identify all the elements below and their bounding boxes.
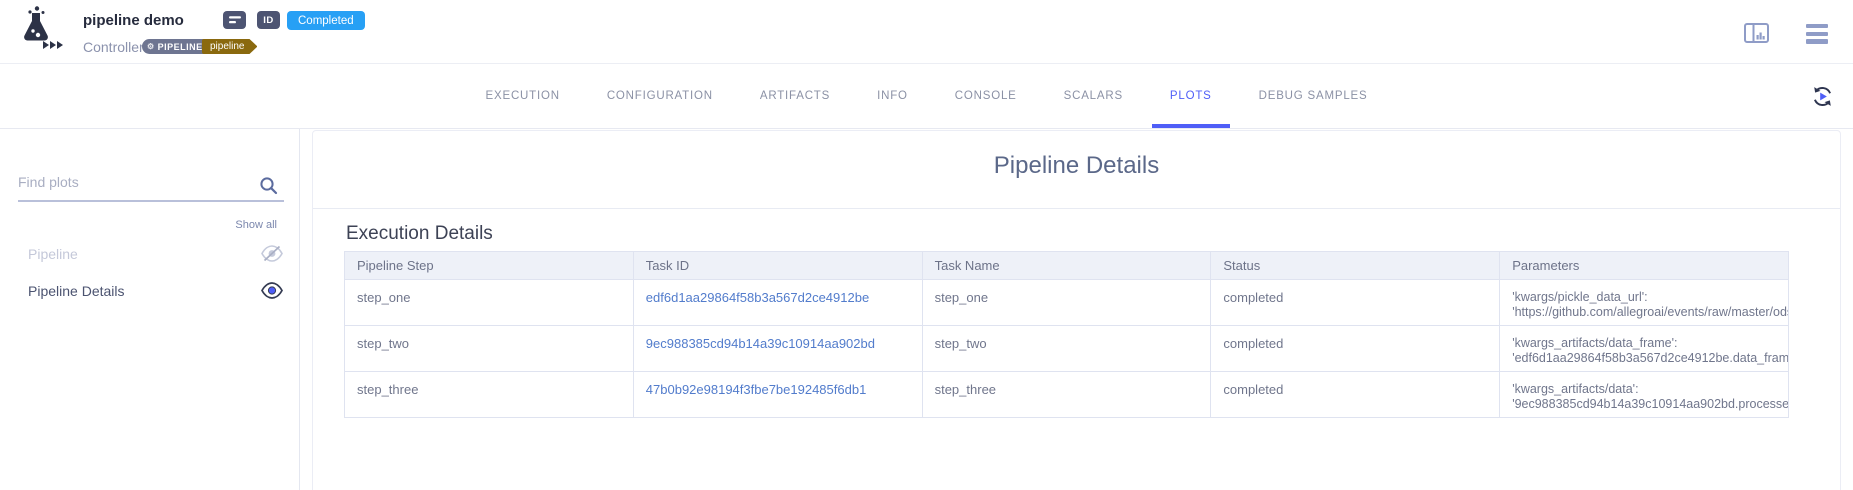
task-name-cell: step_one — [935, 290, 1211, 305]
search-icon — [259, 176, 278, 200]
plot-item-label: Pipeline Details — [28, 283, 125, 299]
controller-label: Controller — [83, 39, 144, 55]
status-cell: completed — [1223, 336, 1499, 351]
pipeline-tag[interactable]: pipeline — [202, 39, 257, 54]
plots-content: Pipeline Details Execution Details Pipel… — [301, 129, 1853, 490]
param-value: '9ec988385cd94b14a39c10914aa902bd.proces… — [1512, 397, 1788, 412]
eye-icon[interactable] — [261, 282, 283, 299]
col-status: Status — [1211, 252, 1500, 280]
table-row: step_two 9ec988385cd94b14a39c10914aa902b… — [345, 326, 1789, 372]
show-all-link[interactable]: Show all — [235, 219, 277, 231]
tab-artifacts[interactable]: ARTIFACTS — [742, 64, 848, 128]
status-cell: completed — [1223, 290, 1499, 305]
tab-execution[interactable]: EXECUTION — [468, 64, 578, 128]
pipeline-type-badge: ⚙ PIPELINE — [142, 39, 211, 54]
tab-plots[interactable]: PLOTS — [1152, 64, 1230, 128]
pipeline-run-icon — [13, 5, 63, 55]
tab-configuration[interactable]: CONFIGURATION — [589, 64, 731, 128]
col-task-id: Task ID — [633, 252, 922, 280]
pipeline-step-cell: step_three — [357, 382, 633, 397]
table-row: step_one edf6d1aa29864f58b3a567d2ce4912b… — [345, 280, 1789, 326]
plot-list-item-pipeline[interactable]: Pipeline — [0, 235, 299, 272]
plots-sidebar: Show all Pipeline Pipeline Details — [0, 129, 300, 490]
experiment-header: pipeline demo ID Completed Controller ⚙ … — [0, 0, 1853, 64]
param-value: 'https://github.com/allegroai/events/raw… — [1512, 305, 1788, 320]
plot-search — [18, 170, 284, 202]
status-cell: completed — [1223, 382, 1499, 397]
plot-card-body: Execution Details Pipeline Step Task ID … — [313, 209, 1840, 418]
plot-list: Pipeline Pipeline Details — [0, 235, 299, 309]
gear-icon: ⚙ — [147, 42, 155, 51]
plot-card-header: Pipeline Details — [313, 131, 1840, 209]
tab-scalars[interactable]: SCALARS — [1046, 64, 1141, 128]
details-panel-toggle-icon[interactable] — [1744, 23, 1769, 48]
task-name-cell: step_two — [935, 336, 1211, 351]
plot-title: Pipeline Details — [313, 152, 1840, 180]
menu-icon[interactable] — [1806, 24, 1828, 44]
execution-details-table: Pipeline Step Task ID Task Name Status P… — [344, 251, 1789, 418]
task-name-cell: step_three — [935, 382, 1211, 397]
param-value: 'edf6d1aa29864f58b3a567d2ce4912be.data_f… — [1512, 351, 1788, 366]
task-id-link[interactable]: 9ec988385cd94b14a39c10914aa902bd — [646, 336, 875, 351]
param-key: 'kwargs_artifacts/data_frame': — [1512, 336, 1788, 351]
col-task-name: Task Name — [922, 252, 1211, 280]
id-icon[interactable]: ID — [257, 11, 280, 29]
tab-bar: EXECUTION CONFIGURATION ARTIFACTS INFO C… — [0, 64, 1853, 129]
plot-item-label: Pipeline — [28, 246, 78, 262]
description-icon[interactable] — [223, 11, 246, 29]
col-pipeline-step: Pipeline Step — [345, 252, 634, 280]
param-key: 'kwargs_artifacts/data': — [1512, 382, 1788, 397]
tab-debug-samples[interactable]: DEBUG SAMPLES — [1241, 64, 1386, 128]
plot-list-item-pipeline-details[interactable]: Pipeline Details — [0, 272, 299, 309]
status-badge: Completed — [287, 11, 365, 30]
table-row: step_three 47b0b92e98194f3fbe7be192485f6… — [345, 372, 1789, 418]
list-lines-icon — [229, 15, 241, 25]
type-badge-label: PIPELINE — [158, 42, 203, 52]
execution-details-heading: Execution Details — [346, 223, 1840, 245]
tab-group: EXECUTION CONFIGURATION ARTIFACTS INFO C… — [468, 64, 1386, 128]
col-parameters: Parameters — [1500, 252, 1789, 280]
pipeline-step-cell: step_two — [357, 336, 633, 351]
tab-console[interactable]: CONSOLE — [937, 64, 1035, 128]
param-key: 'kwargs/pickle_data_url': — [1512, 290, 1788, 305]
refresh-icon — [1811, 85, 1834, 108]
search-input[interactable] — [18, 170, 284, 202]
task-id-link[interactable]: 47b0b92e98194f3fbe7be192485f6db1 — [646, 382, 867, 397]
tab-info[interactable]: INFO — [859, 64, 926, 128]
eye-slash-icon[interactable] — [261, 245, 283, 262]
pipeline-step-cell: step_one — [357, 290, 633, 305]
table-header-row: Pipeline Step Task ID Task Name Status P… — [345, 252, 1789, 280]
task-id-link[interactable]: edf6d1aa29864f58b3a567d2ce4912be — [646, 290, 869, 305]
experiment-title: pipeline demo — [83, 12, 184, 29]
refresh-button[interactable] — [1810, 85, 1834, 109]
pipeline-details-card: Pipeline Details Execution Details Pipel… — [312, 130, 1841, 490]
